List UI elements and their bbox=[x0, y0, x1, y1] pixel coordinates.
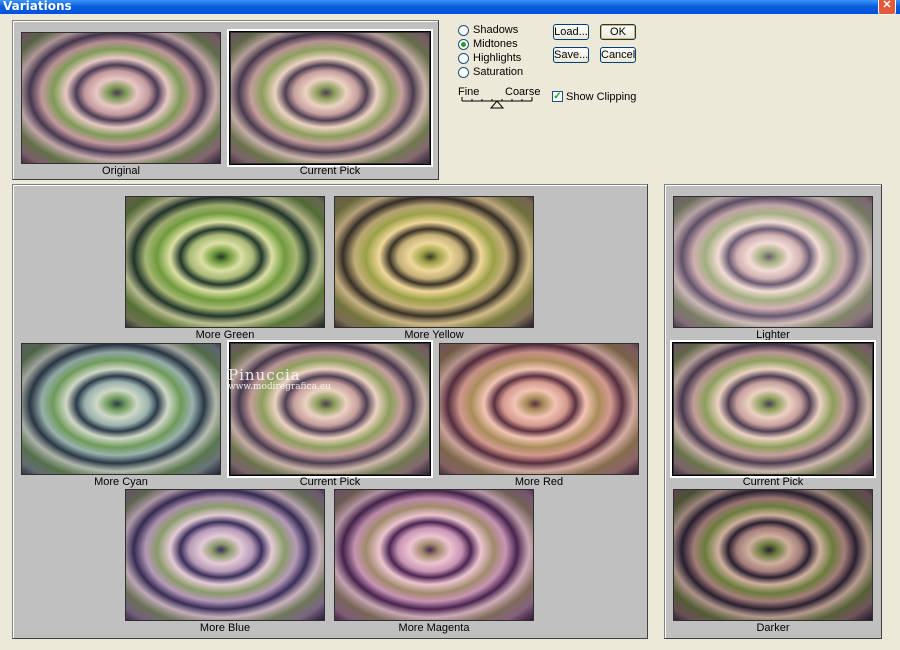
radio-midtones-label: Midtones bbox=[473, 38, 518, 50]
more-blue-label: More Blue bbox=[199, 622, 251, 634]
slider-thumb-icon bbox=[489, 100, 505, 109]
more-magenta-label: More Magenta bbox=[398, 622, 470, 634]
radio-midtones[interactable]: Midtones bbox=[458, 37, 518, 51]
original-label: Original bbox=[102, 165, 140, 177]
radio-highlights-label: Highlights bbox=[473, 52, 522, 64]
more-cyan-label: More Cyan bbox=[94, 476, 148, 488]
current-pick-center-label: Current Pick bbox=[299, 476, 361, 488]
radio-selected-icon bbox=[458, 38, 469, 50]
more-blue-thumbnail[interactable] bbox=[125, 489, 325, 621]
load-button[interactable]: Load... bbox=[553, 24, 589, 40]
more-green-thumbnail[interactable] bbox=[125, 196, 325, 328]
cancel-button[interactable]: Cancel bbox=[600, 47, 636, 63]
radio-icon bbox=[458, 66, 469, 78]
radio-saturation[interactable]: Saturation bbox=[458, 65, 523, 79]
lighter-label: Lighter bbox=[756, 329, 790, 341]
more-red-thumbnail[interactable] bbox=[439, 343, 639, 475]
radio-icon bbox=[458, 52, 469, 64]
current-pick-brightness-label: Current Pick bbox=[742, 476, 804, 488]
title-bar: Variations ✕ bbox=[0, 0, 900, 15]
watermark: Pinuccia www.modiregrafica.eu bbox=[228, 366, 331, 392]
radio-highlights[interactable]: Highlights bbox=[458, 51, 521, 65]
current-pick-center-thumbnail[interactable] bbox=[229, 342, 431, 476]
radio-saturation-label: Saturation bbox=[473, 66, 524, 78]
current-pick-top-thumbnail bbox=[229, 31, 431, 165]
more-green-label: More Green bbox=[195, 329, 255, 341]
close-icon[interactable]: ✕ bbox=[878, 0, 896, 15]
more-yellow-label: More Yellow bbox=[404, 329, 464, 341]
save-button[interactable]: Save... bbox=[553, 47, 589, 63]
darker-thumbnail[interactable] bbox=[673, 489, 873, 621]
show-clipping-checkbox[interactable]: ✓ bbox=[552, 91, 563, 102]
current-pick-brightness-thumbnail[interactable] bbox=[672, 342, 874, 476]
radio-shadows[interactable]: Shadows bbox=[458, 23, 518, 37]
lighter-thumbnail[interactable] bbox=[673, 196, 873, 328]
fine-coarse-slider[interactable] bbox=[458, 96, 538, 112]
ok-button[interactable]: OK bbox=[600, 24, 636, 40]
more-yellow-thumbnail[interactable] bbox=[334, 196, 534, 328]
show-clipping-label: Show Clipping bbox=[566, 91, 637, 103]
radio-icon bbox=[458, 24, 469, 36]
original-thumbnail bbox=[21, 32, 221, 164]
radio-shadows-label: Shadows bbox=[473, 24, 519, 36]
window-title: Variations bbox=[3, 0, 72, 13]
more-red-label: More Red bbox=[514, 476, 564, 488]
more-magenta-thumbnail[interactable] bbox=[334, 489, 534, 621]
current-pick-top-label: Current Pick bbox=[299, 165, 361, 177]
darker-label: Darker bbox=[756, 622, 790, 634]
more-cyan-thumbnail[interactable] bbox=[21, 343, 221, 475]
watermark-url: www.modiregrafica.eu bbox=[228, 382, 331, 392]
